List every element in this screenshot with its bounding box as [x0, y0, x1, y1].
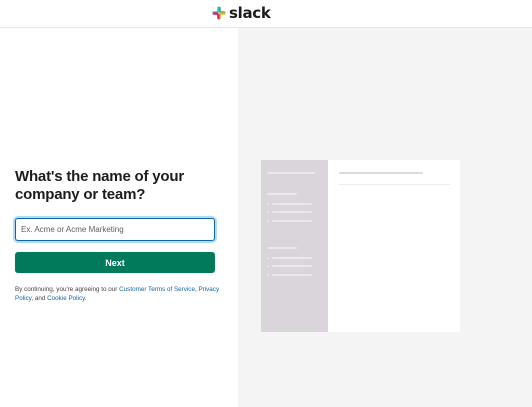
- preview-sidebar-bar: [267, 193, 297, 195]
- cookie-policy-link[interactable]: Cookie Policy: [47, 295, 85, 302]
- preview-sidebar-bar: [267, 172, 315, 174]
- next-button[interactable]: Next: [15, 252, 215, 273]
- preview-sidebar-dot: [267, 211, 269, 213]
- page-title: What's the name of your company or team?: [15, 168, 184, 203]
- preview-sidebar-dot: [267, 203, 269, 205]
- preview-sidebar-bar: [272, 220, 312, 222]
- preview-sidebar-bar: [272, 274, 312, 276]
- preview-sidebar-bar: [272, 257, 312, 259]
- legal-separator-2: , and: [31, 295, 48, 302]
- company-name-input[interactable]: [15, 218, 215, 241]
- slack-logo-icon: [212, 6, 226, 20]
- preview-sidebar-bar: [267, 247, 297, 249]
- legal-suffix: .: [84, 295, 87, 302]
- workspace-preview: [261, 160, 460, 332]
- preview-sidebar-dot: [267, 257, 269, 259]
- preview-sidebar-dot: [267, 274, 269, 276]
- preview-sidebar-bar: [272, 203, 312, 205]
- preview-sidebar-dot: [267, 265, 269, 267]
- preview-sidebar-bar: [272, 211, 312, 213]
- legal-notice: By continuing, you're agreeing to our Cu…: [15, 285, 220, 303]
- slack-logo[interactable]: slack: [212, 4, 271, 22]
- preview-sidebar-bar: [272, 265, 312, 267]
- top-bar: slack: [0, 0, 532, 28]
- preview-sidebar: [261, 160, 328, 332]
- preview-divider: [339, 184, 450, 185]
- slack-wordmark: slack: [229, 4, 271, 22]
- legal-prefix: By continuing, you're agreeing to our: [15, 286, 120, 293]
- preview-sidebar-dot: [267, 220, 269, 222]
- customer-terms-link[interactable]: Customer Terms of Service: [119, 286, 195, 293]
- preview-channel-title-bar: [339, 172, 423, 174]
